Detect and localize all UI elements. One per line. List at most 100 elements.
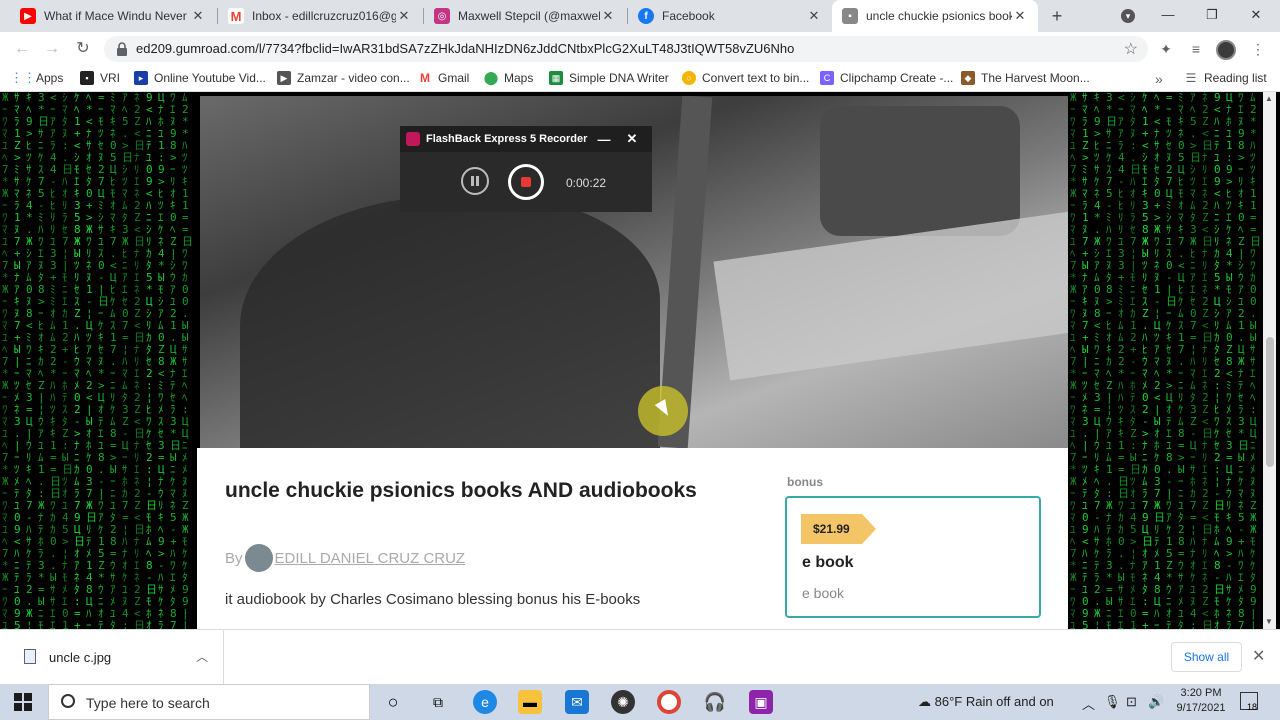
tab-facebook[interactable]: f Facebook ✕: [628, 0, 832, 32]
microphone-icon[interactable]: 🎙: [1104, 694, 1121, 710]
bookmark-harvest-moon[interactable]: ◆ The Harvest Moon...: [961, 71, 1090, 85]
scrollbar-thumb[interactable]: [1266, 337, 1274, 467]
recorder-close-button[interactable]: ✕: [618, 131, 646, 147]
close-icon[interactable]: ✕: [806, 8, 822, 24]
gumroad-icon: ▪: [842, 8, 858, 24]
bookmark-online-youtube[interactable]: ▸ Online Youtube Vid...: [134, 71, 266, 85]
matrix-glyph-column: 9 < ﾊ ﾆ ﾃ ﾕ 0 9 < ﾊ ﾆ ｼ ﾘ ｶ ﾀ 5 * Ц ｼ ﾘ …: [146, 92, 157, 629]
download-item[interactable]: uncle c.jpg ︿: [8, 630, 224, 684]
recorder-title: FlashBack Express 5 Recorder: [426, 133, 588, 145]
bookmark-maps[interactable]: ⬤ Maps: [484, 70, 533, 85]
minimize-button[interactable]: —: [1146, 0, 1190, 32]
new-tab-button[interactable]: +: [1045, 4, 1069, 28]
windows-start-icon[interactable]: [14, 693, 32, 711]
network-icon[interactable]: ⊡: [1126, 694, 1137, 710]
restore-button[interactable]: ❐: [1190, 0, 1234, 32]
back-button[interactable]: ←: [10, 37, 34, 61]
scroll-down-icon[interactable]: ▼: [1265, 617, 1273, 626]
bookmark-clipchamp[interactable]: C Clipchamp Create -...: [820, 71, 953, 85]
bookmarks-overflow-chevron-icon[interactable]: »: [1155, 71, 1163, 87]
product-description: it audiobook by Charles Cosimano blessin…: [225, 591, 641, 608]
tab-search-button[interactable]: ▾: [1106, 0, 1150, 32]
close-icon[interactable]: ✕: [1012, 8, 1028, 24]
screen: ▶ What if Mace Windu Never T ✕ M Inbox -…: [0, 0, 1280, 720]
reload-button[interactable]: ↻: [71, 37, 95, 61]
bookmark-apps[interactable]: ⋮⋮ Apps: [10, 70, 63, 85]
url-text[interactable]: ed209.gumroad.com/l/7734?fbclid=IwAR31bd…: [136, 41, 794, 56]
forward-button[interactable]: →: [40, 37, 64, 61]
lock-icon: [117, 42, 127, 56]
matrix-glyph-column: = ｰ ﾓ ﾂ ｾ ﾇ 2 7 Ц ﾐ ｼ ｻ ﾕ ｽ 0 - | 日 ｰ ｹ …: [1166, 92, 1177, 629]
show-all-button[interactable]: Show all: [1171, 642, 1242, 672]
pause-button[interactable]: [461, 167, 489, 195]
browser-toolbar: ← → ↻ ed209.gumroad.com/l/7734?fbclid=Iw…: [0, 32, 1280, 66]
tab-instagram[interactable]: ◎ Maxwell Stepcil (@maxwellst ✕: [424, 0, 626, 32]
close-icon[interactable]: ✕: [396, 8, 412, 24]
close-icon[interactable]: ✕: [190, 8, 206, 24]
search-placeholder: Type here to search: [86, 695, 210, 711]
matrix-glyph-column: ﾑ 2 * * ﾊ ﾂ ﾂ ｷ 1 1 = = 日 ﾜ ﾜ ｶ 0 0 . Ы …: [1250, 92, 1261, 629]
bookmarks-bar: ⋮⋮ Apps ▪ VRI ▸ Online Youtube Vid... ▶ …: [0, 66, 1280, 92]
bookmark-zamzar[interactable]: ▶ Zamzar - video con...: [277, 71, 410, 85]
profile-avatar[interactable]: [1216, 40, 1236, 60]
author-link[interactable]: EDILL DANIEL CRUZ CRUZ: [275, 550, 466, 567]
matrix-glyph-column: = ｰ ﾓ ﾂ ｾ ﾇ 2 7 Ц ﾐ ｼ ｻ ﾕ ｽ 0 - | 日 ｰ ｹ …: [98, 92, 109, 629]
reading-list-label: Reading list: [1204, 71, 1267, 85]
tab-youtube[interactable]: ▶ What if Mace Windu Never T ✕: [10, 0, 216, 32]
task-view-icon[interactable]: ⧉: [426, 690, 450, 714]
recording-timer: 0:00:22: [566, 176, 607, 190]
cortana-icon[interactable]: ○: [381, 690, 405, 714]
matrix-glyph-column: ｻ ﾏ ﾗ 1 Z > ﾐ ｻ ﾏ ﾗ 1 ﾇ 7 + Ы ﾅ ｱ ｷ ﾇ 7 …: [14, 92, 21, 629]
mail-icon[interactable]: ✉: [565, 690, 589, 714]
weather-widget[interactable]: ☁ 86°F Rain off and on: [918, 694, 1054, 710]
extensions-icon[interactable]: ✦: [1156, 39, 1176, 59]
flashback-app-icon[interactable]: ▣: [749, 690, 773, 714]
headphones-icon[interactable]: 🎧: [703, 690, 727, 714]
product-title: uncle chuckie psionics books AND audiobo…: [225, 479, 697, 502]
scroll-up-icon[interactable]: ▲: [1265, 94, 1273, 103]
bookmark-gmail[interactable]: M Gmail: [418, 71, 469, 85]
menu-dots-icon[interactable]: ⋮: [1248, 39, 1268, 59]
edge-icon[interactable]: e: [473, 690, 497, 714]
chrome-icon[interactable]: [657, 690, 681, 714]
matrix-glyph-column: < ｰ ｱ ｱ ﾗ 4 4 - ﾋ ﾋ ﾘ ﾘ ﾕ 3 3 + ﾐ ﾐ ｵ ﾑ …: [1118, 92, 1129, 629]
bookmark-convert-text[interactable]: ○ Convert text to bin...: [682, 71, 809, 85]
tab-gumroad-active[interactable]: ▪ uncle chuckie psionics books ✕: [832, 0, 1038, 32]
chevron-up-icon[interactable]: ︿: [196, 648, 208, 665]
app-icon[interactable]: ✺: [611, 690, 635, 714]
matrix-glyph-column: ﾍ * < ﾅ ｻ ｵ ｾ ﾀ 0 + > Ж ﾜ ﾘ ﾈ ﾇ 1 - ¦ Ц …: [86, 92, 97, 629]
notifications-icon[interactable]: 18: [1240, 692, 1258, 712]
weather-icon: ☁: [918, 694, 931, 709]
taskbar-clock[interactable]: 3:20 PM 9/17/2021: [1168, 686, 1234, 716]
convert-text-icon: ○: [682, 71, 696, 85]
bonus-label: bonus: [787, 475, 823, 489]
file-explorer-icon[interactable]: ▬: [518, 690, 542, 714]
bookmark-star-icon[interactable]: ☆: [1124, 39, 1138, 59]
bookmark-label: Zamzar - video con...: [297, 71, 410, 85]
volume-icon[interactable]: 🔊: [1148, 694, 1164, 710]
stop-record-button[interactable]: [508, 164, 544, 200]
matrix-background-left: Ж ｰ ﾜ ﾏ ﾕ ﾍ 7 * Ж ｰ ﾜ ﾏ ﾕ ﾍ 7 * Ж ｰ ﾜ ﾏ …: [0, 92, 195, 629]
close-downloads-icon[interactable]: ✕: [1252, 646, 1265, 666]
tab-gmail[interactable]: M Inbox - edillcruzcruz016@gm ✕: [218, 0, 422, 32]
taskbar-search-box[interactable]: Type here to search: [48, 684, 370, 720]
matrix-glyph-column: ｹ ﾍ 1 + < ｼ ﾓ ｴ ｷ 3 5 8 Ж Ы ﾂ ﾘ ｾ ｽ Z . …: [1142, 92, 1153, 629]
matrix-glyph-column: ｼ ﾏ ﾀ ﾇ : . 日 ﾊ ｵ ﾘ ﾗ ｾ 7 ¦ | ﾓ ﾆ ｴ ｶ 1 …: [62, 92, 73, 629]
matrix-glyph-column: ｻ ﾏ ﾗ 1 Z > ﾐ ｻ ﾏ ﾗ 1 ﾇ 7 + Ы ﾅ ｱ ｷ ﾇ 7 …: [1082, 92, 1089, 629]
media-control-icon[interactable]: ≡: [1186, 39, 1206, 59]
clock-time: 3:20 PM: [1180, 687, 1222, 699]
page-scrollbar[interactable]: ▲ ▼: [1263, 92, 1276, 629]
author-avatar[interactable]: [244, 544, 273, 572]
bonus-product-card[interactable]: $21.99 e book e book: [785, 496, 1041, 618]
bookmark-vri[interactable]: ▪ VRI: [80, 71, 120, 85]
recorder-minimize-button[interactable]: —: [590, 132, 618, 147]
bookmark-label: The Harvest Moon...: [981, 71, 1090, 85]
close-icon[interactable]: ✕: [600, 8, 616, 24]
matrix-glyph-column: ﾐ ﾏ ｷ ﾈ 0 5 Ц ﾋ ﾓ ｵ ﾏ ｷ 7 . < Ц ﾋ ｹ ﾑ ｽ …: [110, 92, 117, 629]
close-window-button[interactable]: ✕: [1234, 0, 1278, 32]
reading-list-button[interactable]: ☰ Reading list: [1184, 71, 1267, 85]
show-hidden-icons-chevron-icon[interactable]: ︿: [1082, 694, 1095, 713]
matrix-glyph-column: ﾑ 2 * * ﾊ ﾂ ﾂ ｷ 1 1 = = 日 ﾜ ﾜ ｶ 0 0 . Ы …: [182, 92, 193, 629]
address-bar[interactable]: ed209.gumroad.com/l/7734?fbclid=IwAR31bd…: [104, 36, 1148, 62]
bookmark-simple-dna-writer[interactable]: ▦ Simple DNA Writer: [549, 71, 669, 85]
